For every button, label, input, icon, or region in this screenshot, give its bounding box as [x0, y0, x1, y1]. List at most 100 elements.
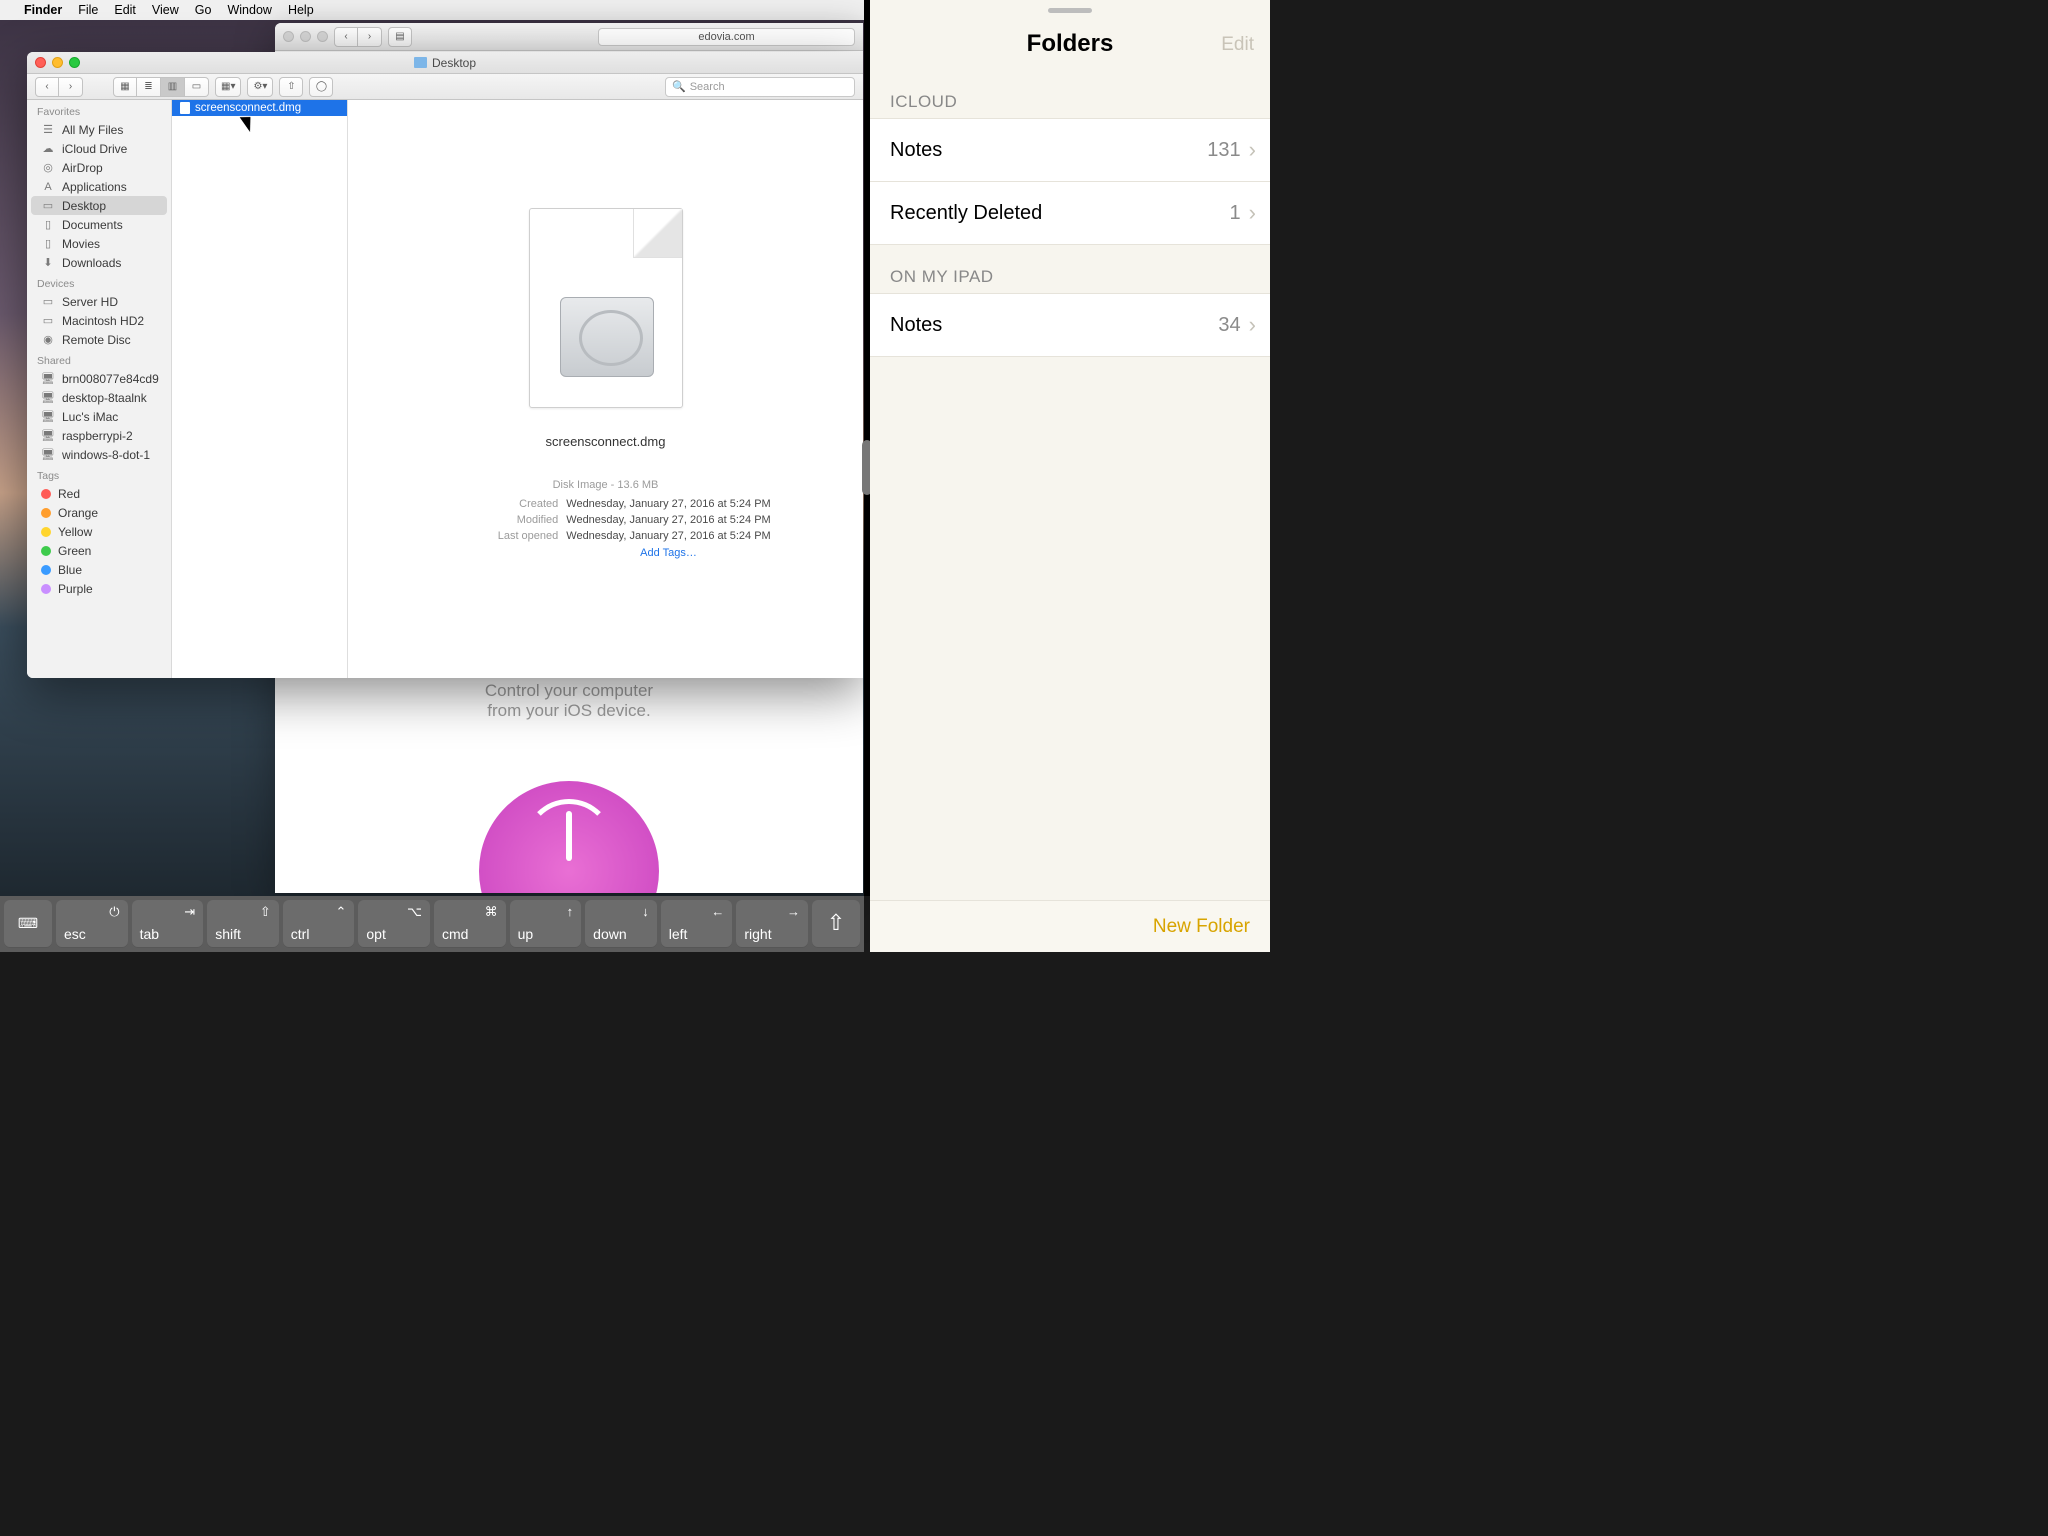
finder-column: screensconnect.dmg	[172, 100, 348, 678]
desktop-icon: ▭	[41, 200, 55, 212]
sb-favorites-header: Favorites	[27, 100, 171, 120]
forward-button[interactable]: ›	[59, 77, 83, 97]
view-list-button[interactable]: ≣	[137, 77, 161, 97]
key-tab[interactable]: ⇥tab	[132, 900, 204, 948]
back-button[interactable]: ‹	[35, 77, 59, 97]
computer-icon: 🖥	[41, 392, 55, 404]
sidebar-item-documents[interactable]: ▯Documents	[27, 215, 171, 234]
section-on-my-ipad: ON MY IPAD	[870, 245, 1270, 293]
sidebar-tag-item[interactable]: Yellow	[27, 522, 171, 541]
safari-traffic-lights[interactable]	[283, 31, 328, 42]
share-key[interactable]: ⇧	[812, 900, 860, 948]
sidebar-item-macintosh-hd2[interactable]: ▭Macintosh HD2	[27, 311, 171, 330]
sidebar-item-applications[interactable]: AApplications	[27, 177, 171, 196]
sidebar-shared-item[interactable]: 🖥raspberrypi-2	[27, 426, 171, 445]
preview-filename: screensconnect.dmg	[546, 434, 666, 449]
tag-dot-icon	[41, 508, 51, 518]
minimize-icon[interactable]	[52, 57, 63, 68]
page-tagline-1: Control your computer	[275, 681, 863, 701]
safari-back-button[interactable]: ‹	[334, 27, 358, 47]
share-button[interactable]: ⇧	[279, 77, 303, 97]
menu-window[interactable]: Window	[227, 3, 271, 17]
edit-button[interactable]: Edit	[1221, 34, 1254, 56]
sidebar-shared-item[interactable]: 🖥desktop-8taalnk	[27, 388, 171, 407]
sidebar-tag-item[interactable]: Red	[27, 484, 171, 503]
key-shift[interactable]: ⇧shift	[207, 900, 279, 948]
safari-forward-button[interactable]: ›	[358, 27, 382, 47]
tags-button[interactable]: ◯	[309, 77, 333, 97]
app-name[interactable]: Finder	[24, 3, 62, 17]
finder-titlebar[interactable]: Desktop	[27, 52, 863, 74]
disk-icon: ▭	[41, 296, 55, 308]
view-icons-button[interactable]: ▦	[113, 77, 137, 97]
new-folder-button[interactable]: New Folder	[1153, 916, 1250, 938]
menu-edit[interactable]: Edit	[114, 3, 136, 17]
key-cmd[interactable]: ⌘cmd	[434, 900, 506, 948]
sb-devices-header: Devices	[27, 272, 171, 292]
tag-dot-icon	[41, 546, 51, 556]
sidebar-item-movies[interactable]: ▯Movies	[27, 234, 171, 253]
sidebar-item-downloads[interactable]: ⬇Downloads	[27, 253, 171, 272]
page-tagline-2: from your iOS device.	[275, 701, 863, 721]
notes-footer: New Folder	[870, 900, 1270, 952]
chevron-right-icon: ›	[1249, 312, 1256, 338]
menu-help[interactable]: Help	[288, 3, 314, 17]
file-name: screensconnect.dmg	[195, 102, 301, 114]
notes-folder-row[interactable]: Notes34›	[870, 293, 1270, 357]
menu-file[interactable]: File	[78, 3, 98, 17]
sidebar-shared-item[interactable]: 🖥brn008077e84cd9	[27, 369, 171, 388]
notes-folder-row[interactable]: Recently Deleted1›	[870, 182, 1270, 245]
key-opt[interactable]: ⌥opt	[358, 900, 430, 948]
arrange-button[interactable]: ▦▾	[215, 77, 241, 97]
disc-icon: ◉	[41, 334, 55, 346]
key-left[interactable]: ←left	[661, 900, 733, 948]
sb-tags-header: Tags	[27, 464, 171, 484]
view-gallery-button[interactable]: ▭	[185, 77, 209, 97]
menubar: Finder File Edit View Go Window Help	[0, 0, 864, 20]
tag-dot-icon	[41, 489, 51, 499]
sidebar-shared-item[interactable]: 🖥windows-8-dot-1	[27, 445, 171, 464]
menu-go[interactable]: Go	[195, 3, 212, 17]
key-down[interactable]: ↓down	[585, 900, 657, 948]
key-up[interactable]: ↑up	[510, 900, 582, 948]
preview-meta-row: Last openedWednesday, January 27, 2016 a…	[440, 529, 770, 545]
tag-dot-icon	[41, 565, 51, 575]
file-row[interactable]: screensconnect.dmg	[172, 100, 347, 116]
close-icon[interactable]	[35, 57, 46, 68]
sidebar-item-airdrop[interactable]: ◎AirDrop	[27, 158, 171, 177]
view-columns-button[interactable]: ▥	[161, 77, 185, 97]
sidebar-tag-item[interactable]: Green	[27, 541, 171, 560]
icloud-icon: ☁	[41, 143, 55, 155]
safari-address-bar[interactable]: edovia.com	[598, 28, 855, 46]
preview-meta-row: CreatedWednesday, January 27, 2016 at 5:…	[440, 497, 770, 513]
remote-mac-screen: Finder File Edit View Go Window Help ‹› …	[0, 0, 864, 896]
section-icloud: ICLOUD	[870, 70, 1270, 118]
sidebar-item-remote-disc[interactable]: ◉Remote Disc	[27, 330, 171, 349]
safari-sidebar-button[interactable]: ▤	[388, 27, 412, 47]
applications-icon: A	[41, 181, 55, 193]
key-esc[interactable]: ⏻esc	[56, 900, 128, 948]
finder-search[interactable]: 🔍Search	[665, 77, 855, 97]
sidebar-item-desktop[interactable]: ▭Desktop	[31, 196, 167, 215]
sidebar-tag-item[interactable]: Purple	[27, 579, 171, 598]
sidebar-tag-item[interactable]: Orange	[27, 503, 171, 522]
notes-title: Folders	[1027, 30, 1114, 58]
key-ctrl[interactable]: ⌃ctrl	[283, 900, 355, 948]
drag-handle-icon[interactable]	[1048, 8, 1092, 13]
sidebar-tag-item[interactable]: Blue	[27, 560, 171, 579]
keyboard-toggle-button[interactable]: ⌨	[4, 900, 52, 948]
preview-meta-row: ModifiedWednesday, January 27, 2016 at 5…	[440, 513, 770, 529]
sidebar-item-icloud[interactable]: ☁iCloud Drive	[27, 139, 171, 158]
finder-title: Desktop	[432, 56, 476, 70]
zoom-icon[interactable]	[69, 57, 80, 68]
keyboard-icon: ⌨	[18, 915, 38, 932]
sidebar-item-server-hd[interactable]: ▭Server HD	[27, 292, 171, 311]
notes-folder-row[interactable]: Notes131›	[870, 118, 1270, 182]
key-right[interactable]: →right	[736, 900, 808, 948]
add-tags-link[interactable]: Add Tags…	[514, 547, 697, 559]
menu-view[interactable]: View	[152, 3, 179, 17]
sidebar-item-all-my-files[interactable]: ☰All My Files	[27, 120, 171, 139]
action-button[interactable]: ⚙▾	[247, 77, 273, 97]
finder-preview: screensconnect.dmg Disk Image - 13.6 MB …	[348, 100, 863, 678]
sidebar-shared-item[interactable]: 🖥Luc's iMac	[27, 407, 171, 426]
